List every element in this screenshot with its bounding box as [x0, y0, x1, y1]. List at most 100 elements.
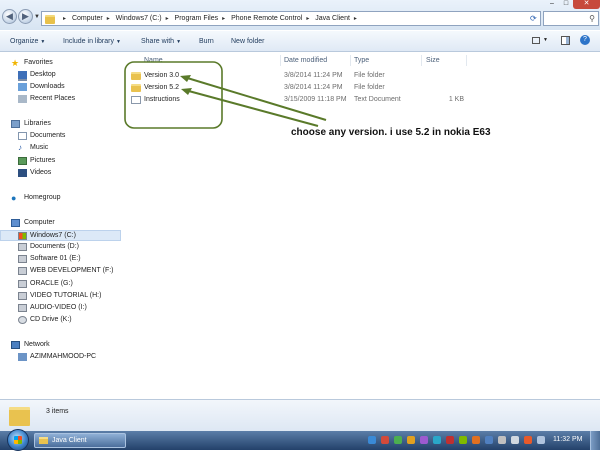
drive-icon [18, 267, 27, 275]
recent-pages-dropdown[interactable]: ▼ [34, 14, 40, 20]
chevron-right-icon[interactable]: ▸ [222, 15, 225, 22]
nav-label: Computer [24, 219, 55, 226]
include-in-library-button[interactable]: Include in library ▼ [63, 38, 121, 45]
drive-icon [18, 304, 27, 312]
column-header-size[interactable]: Size [426, 57, 440, 64]
column-divider[interactable] [280, 55, 281, 66]
file-name: Instructions [144, 96, 180, 103]
tray-app-icon[interactable] [381, 436, 389, 444]
nav-label: Favorites [24, 59, 53, 66]
nav-item-desktop[interactable]: Desktop [0, 70, 121, 81]
bluetooth-icon[interactable] [433, 436, 441, 444]
breadcrumb-item-computer[interactable]: Computer [72, 15, 103, 22]
chevron-down-icon: ▼ [115, 39, 121, 45]
nav-item-downloads[interactable]: Downloads [0, 82, 121, 93]
search-input[interactable]: ⚲ [543, 11, 599, 26]
nav-label: AUDIO-VIDEO (I:) [30, 304, 87, 311]
nav-item-recent-places[interactable]: Recent Places [0, 94, 121, 105]
file-name: Version 3.0 [144, 72, 180, 79]
forward-button[interactable]: ▶ [18, 9, 33, 24]
file-row-instructions[interactable]: Instructions 3/15/2009 11:18 PM Text Doc… [122, 94, 600, 106]
share-with-button[interactable]: Share with ▼ [141, 38, 181, 45]
nav-item-web-development-f[interactable]: WEB DEVELOPMENT (F:) [0, 266, 121, 277]
column-divider[interactable] [350, 55, 351, 66]
annotation-text: choose any version. i use 5.2 in nokia E… [291, 127, 491, 138]
breadcrumb-item-java-client[interactable]: Java Client [315, 15, 350, 22]
column-header-name[interactable]: Name [144, 57, 163, 64]
nav-computer[interactable]: Computer [0, 218, 121, 229]
organize-button[interactable]: Organize ▼ [10, 38, 45, 45]
file-name: Version 5.2 [144, 84, 180, 91]
chevron-right-icon[interactable]: ▸ [107, 15, 110, 22]
file-row-version-3-0[interactable]: Version 3.0 3/8/2014 11:24 PM File folde… [122, 70, 600, 82]
clock[interactable]: 11:32 PM [553, 436, 582, 443]
nav-label: Software 01 (E:) [30, 255, 81, 262]
taskbar-window-title: Java Client [52, 437, 87, 444]
change-view-button[interactable]: ▼ [530, 36, 552, 46]
column-header-type[interactable]: Type [354, 57, 369, 64]
tray-app-icon[interactable] [459, 436, 467, 444]
nav-label: CD Drive (K:) [30, 316, 72, 323]
drive-icon [18, 292, 27, 300]
nav-label: Network [24, 341, 50, 348]
column-divider[interactable] [466, 55, 467, 66]
tray-app-icon[interactable] [446, 436, 454, 444]
start-button[interactable] [7, 429, 29, 451]
breadcrumb-item-phone-remote-control[interactable]: Phone Remote Control [231, 15, 302, 22]
tray-app-icon[interactable] [472, 436, 480, 444]
preview-pane-button[interactable] [561, 36, 570, 45]
column-header-date-modified[interactable]: Date modified [284, 57, 327, 64]
nav-item-videos[interactable]: Videos [0, 168, 121, 179]
chevron-right-icon[interactable]: ▸ [63, 15, 66, 22]
help-icon[interactable]: ? [580, 35, 590, 45]
volume-icon[interactable] [537, 436, 545, 444]
nav-item-azimmahmood-pc[interactable]: AZIMMAHMOOD-PC [0, 352, 121, 363]
chevron-right-icon[interactable]: ▸ [306, 15, 309, 22]
nav-item-video-tutorial-h[interactable]: VIDEO TUTORIAL (H:) [0, 291, 121, 302]
chevron-down-icon: ▼ [176, 39, 182, 45]
computer-icon [11, 219, 20, 227]
taskbar-window-button[interactable]: Java Client [34, 433, 126, 448]
action-center-icon[interactable] [524, 436, 532, 444]
breadcrumb-item-program-files[interactable]: Program Files [175, 15, 219, 22]
nav-item-oracle-g[interactable]: ORACLE (G:) [0, 279, 121, 290]
address-bar[interactable]: ▸ Computer ▸ Windows7 (C:) ▸ Program Files… [41, 11, 541, 26]
nav-item-music[interactable]: ♪ Music [0, 143, 121, 154]
nav-item-documents-d[interactable]: Documents (D:) [0, 242, 121, 253]
star-icon: ★ [11, 58, 20, 68]
nav-item-audio-video-i[interactable]: AUDIO-VIDEO (I:) [0, 303, 121, 314]
nav-favorites[interactable]: ★ Favorites [0, 58, 121, 69]
drive-icon [18, 255, 27, 263]
tray-app-icon[interactable] [420, 436, 428, 444]
refresh-icon[interactable]: ⟳ [530, 14, 537, 23]
nav-network[interactable]: Network [0, 340, 121, 351]
show-desktop-button[interactable] [590, 431, 600, 450]
close-button[interactable]: ✕ [573, 0, 600, 9]
nav-item-cd-drive-k[interactable]: CD Drive (K:) [0, 315, 121, 326]
tray-app-icon[interactable] [407, 436, 415, 444]
tray-app-icon[interactable] [394, 436, 402, 444]
minimize-button[interactable]: – [545, 0, 559, 9]
back-button[interactable]: ◀ [2, 9, 17, 24]
tray-app-icon[interactable] [368, 436, 376, 444]
column-divider[interactable] [421, 55, 422, 66]
chevron-right-icon[interactable]: ▸ [166, 15, 169, 22]
nav-item-pictures[interactable]: Pictures [0, 156, 121, 167]
chevron-right-icon[interactable]: ▸ [354, 15, 357, 22]
text-file-icon [131, 96, 141, 104]
nav-item-software-e[interactable]: Software 01 (E:) [0, 254, 121, 265]
breadcrumb-item-windows7[interactable]: Windows7 (C:) [116, 15, 162, 22]
nav-homegroup[interactable]: ● Homegroup [0, 193, 121, 204]
tray-app-icon[interactable] [498, 436, 506, 444]
tray-app-icon[interactable] [485, 436, 493, 444]
nav-item-documents[interactable]: Documents [0, 131, 121, 142]
folder-icon [131, 84, 141, 92]
file-row-version-5-2[interactable]: Version 5.2 3/8/2014 11:24 PM File folde… [122, 82, 600, 94]
network-status-icon[interactable] [511, 436, 519, 444]
taskbar: Java Client 11:32 PM [0, 429, 600, 451]
nav-libraries[interactable]: Libraries [0, 119, 121, 130]
new-folder-button[interactable]: New folder [231, 38, 264, 45]
maximize-button[interactable]: □ [559, 0, 573, 9]
nav-item-windows7-c[interactable]: Windows7 (C:) [0, 230, 121, 241]
burn-button[interactable]: Burn [199, 38, 214, 45]
